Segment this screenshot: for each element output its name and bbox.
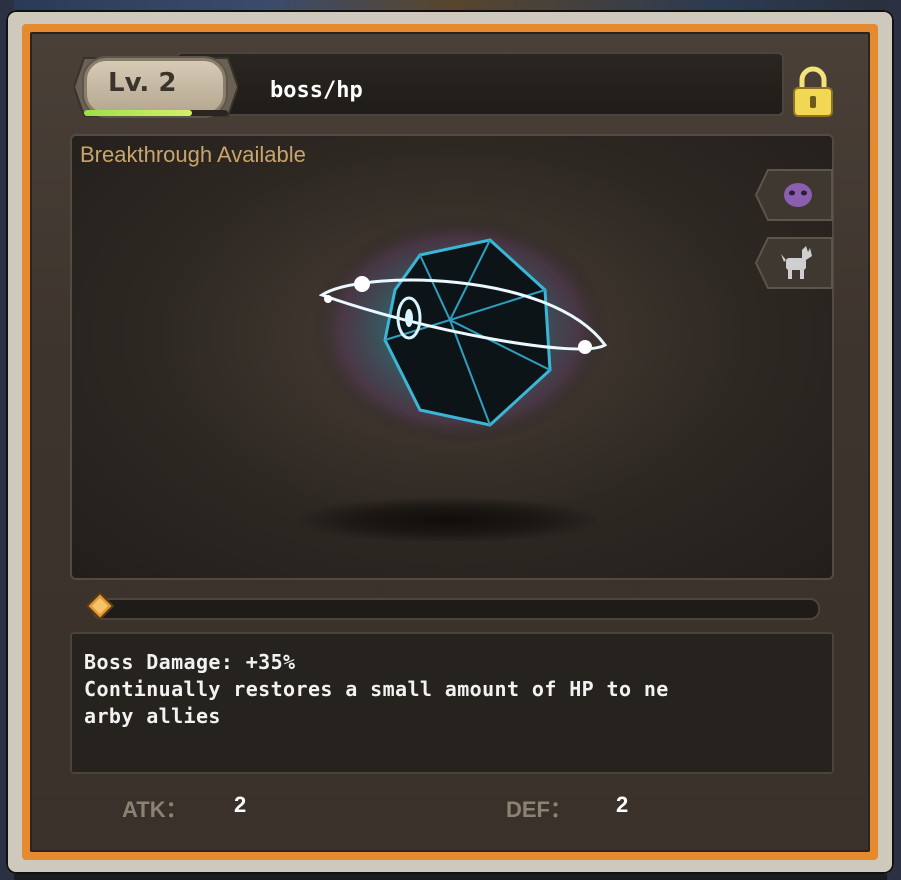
atk-value: 2 bbox=[234, 792, 247, 817]
level-progress-fill bbox=[84, 110, 192, 116]
item-name: boss/hp bbox=[270, 78, 363, 103]
costume-mask-button[interactable] bbox=[754, 168, 834, 222]
pet-button[interactable] bbox=[754, 236, 834, 290]
description-line: Boss Damage: +35% bbox=[84, 650, 296, 674]
orbital-crystal-gem-icon bbox=[310, 215, 610, 445]
progress-diamond-icon bbox=[86, 592, 114, 620]
description-line: Continually restores a small amount of H… bbox=[84, 677, 669, 701]
level-label: Lv. 2 bbox=[108, 68, 177, 98]
lock-icon[interactable] bbox=[790, 66, 836, 118]
atk-label: ATK： bbox=[122, 797, 188, 822]
def-label: DEF： bbox=[506, 797, 573, 822]
description-line: arby allies bbox=[84, 704, 221, 728]
def-value: 2 bbox=[616, 792, 629, 817]
breakthrough-status: Breakthrough Available bbox=[80, 142, 306, 167]
purple-mask-icon bbox=[784, 183, 812, 207]
item-name-bar bbox=[176, 52, 784, 116]
gem-shadow bbox=[300, 498, 596, 542]
level-progress-track bbox=[84, 110, 228, 116]
enhance-progress-track bbox=[92, 598, 820, 620]
